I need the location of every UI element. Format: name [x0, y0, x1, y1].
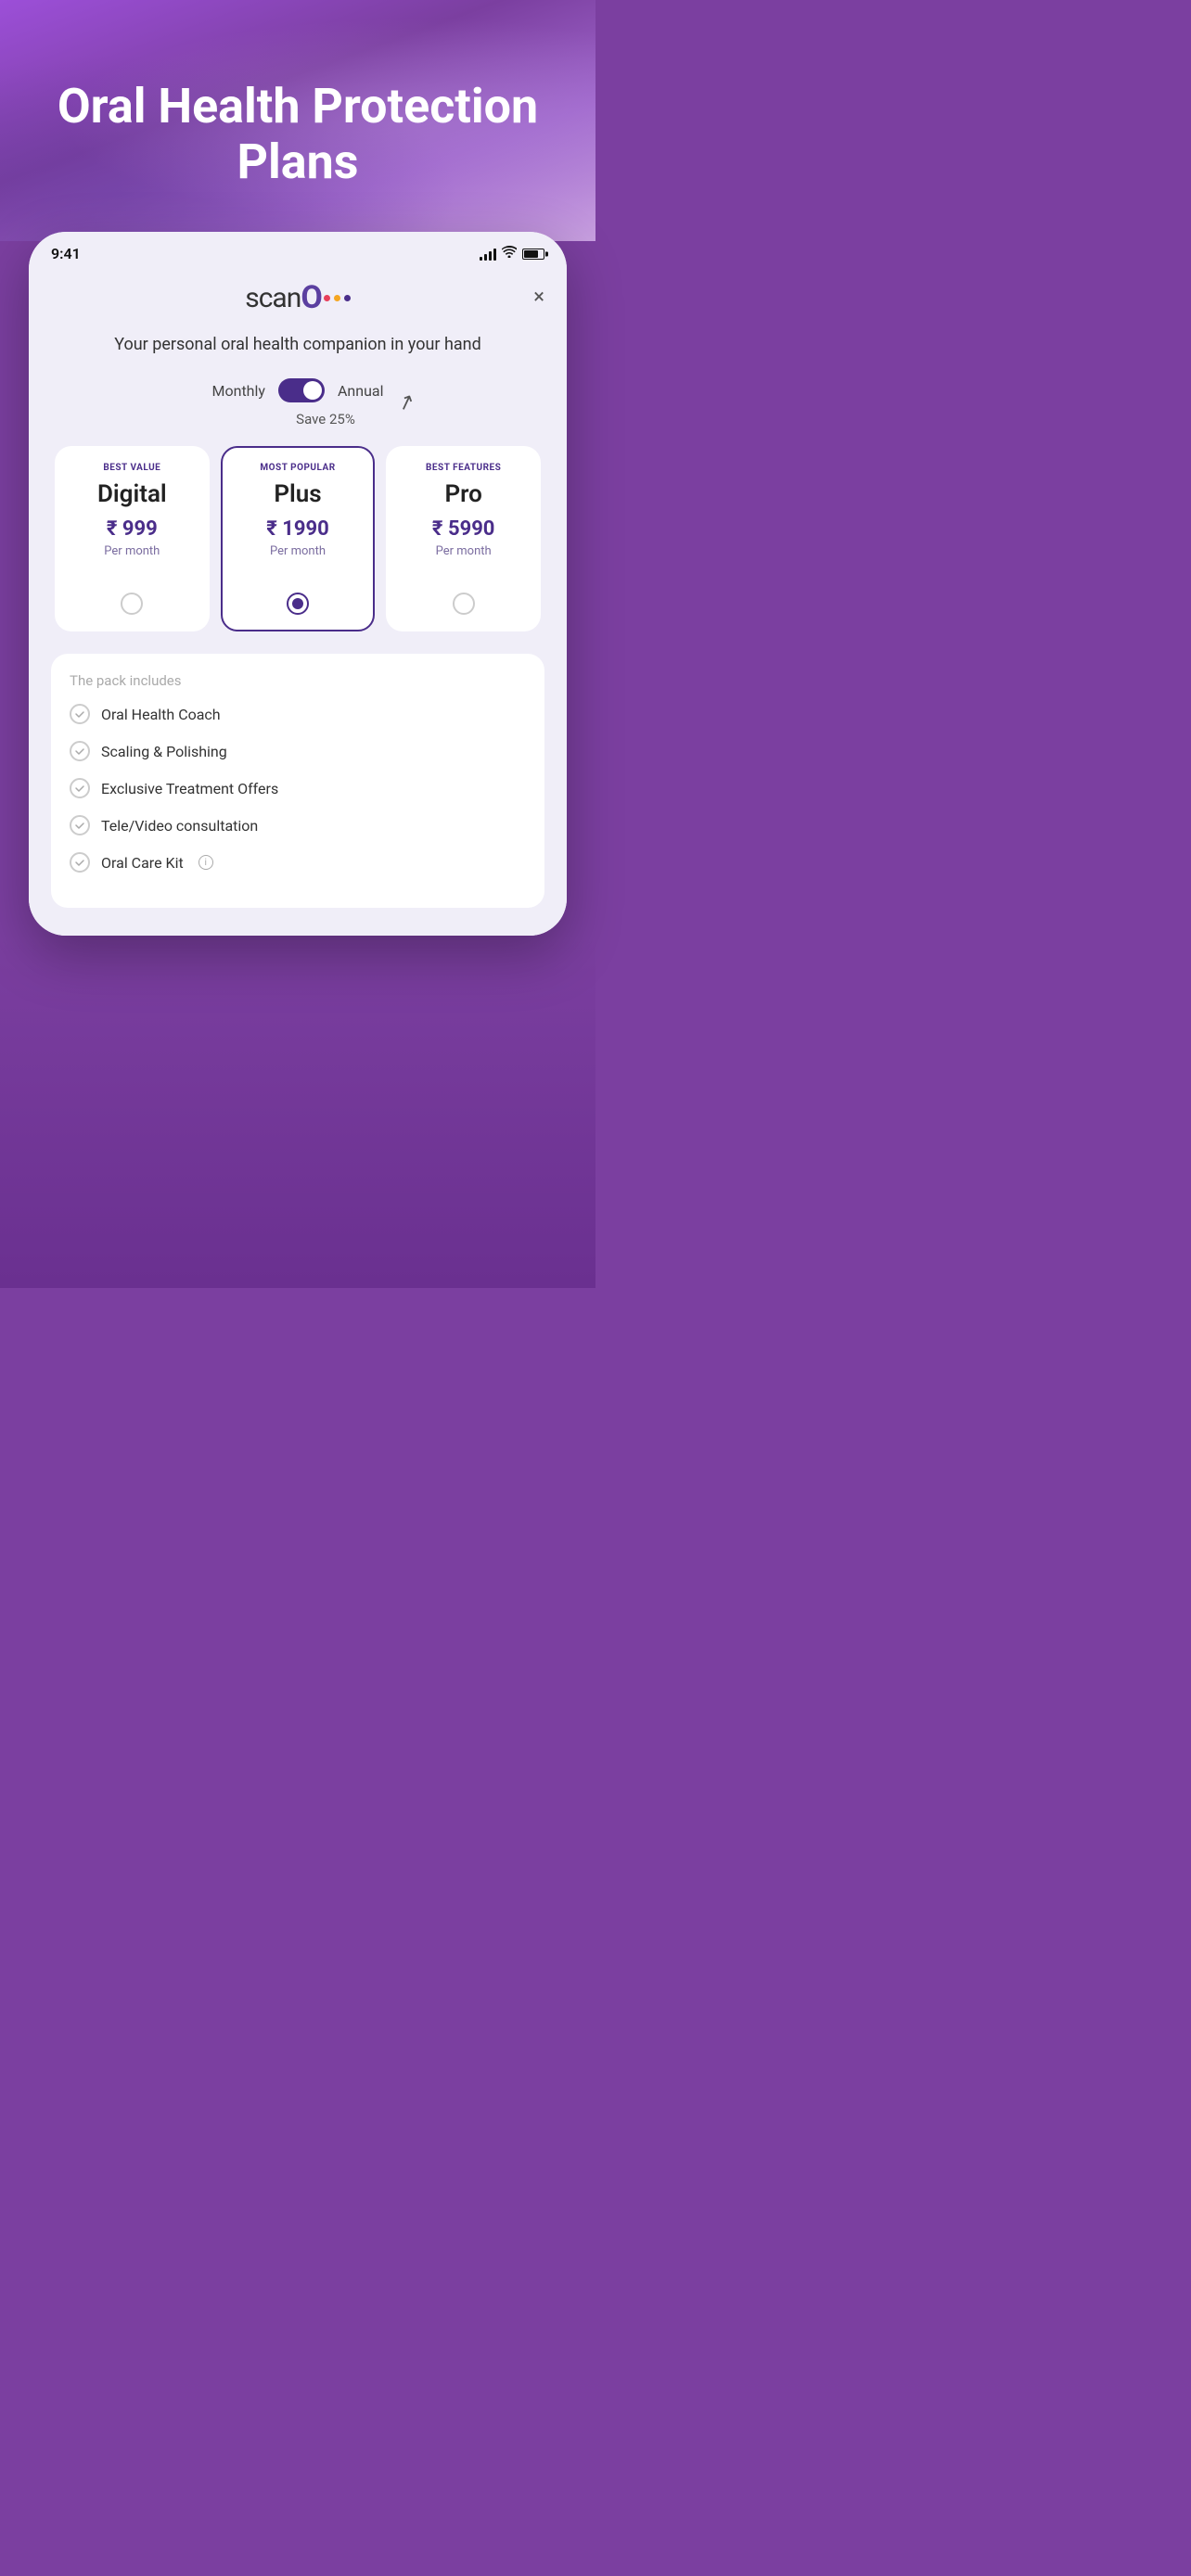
feature-text-4: Oral Care Kit — [101, 854, 184, 872]
phone-modal: 9:41 × scan O — [29, 232, 567, 936]
feature-text-1: Scaling & Polishing — [101, 743, 227, 760]
feature-item-0: Oral Health Coach — [70, 704, 526, 724]
plan-period-digital: Per month — [104, 544, 160, 558]
plan-radio-pro[interactable] — [453, 593, 475, 615]
info-icon-4[interactable]: i — [198, 855, 213, 870]
logo-dot-2 — [334, 295, 340, 301]
feature-item-1: Scaling & Polishing — [70, 741, 526, 761]
status-icons — [480, 246, 544, 261]
status-bar: 9:41 — [29, 232, 567, 270]
plan-card-digital[interactable]: BEST VALUE Digital ₹ 999 Per month — [55, 446, 210, 631]
plan-card-pro[interactable]: BEST FEATURES Pro ₹ 5990 Per month — [386, 446, 541, 631]
features-card: The pack includes Oral Health Coach Scal… — [51, 654, 544, 908]
toggle-thumb — [303, 381, 322, 400]
feature-check-4 — [70, 852, 90, 873]
feature-check-2 — [70, 778, 90, 798]
feature-item-2: Exclusive Treatment Offers — [70, 778, 526, 798]
logo-dot-3 — [344, 295, 351, 301]
signal-icon — [480, 248, 496, 261]
logo-dot-1 — [324, 295, 330, 301]
feature-text-0: Oral Health Coach — [101, 706, 221, 723]
plan-name-digital: Digital — [97, 480, 167, 508]
save-hint-container: ↗ Save 25% — [51, 410, 544, 427]
wifi-icon — [502, 246, 517, 261]
battery-icon — [522, 249, 544, 260]
status-time: 9:41 — [51, 245, 81, 262]
feature-check-1 — [70, 741, 90, 761]
check-icon-1 — [74, 746, 85, 757]
save-hint-text: Save 25% — [296, 411, 355, 427]
plan-name-pro: Pro — [444, 480, 481, 508]
plan-price-pro: ₹ 5990 — [432, 517, 495, 541]
logo-o-text: O — [301, 279, 321, 316]
plan-badge-pro: BEST FEATURES — [426, 463, 501, 473]
plan-card-plus[interactable]: MOST POPULAR Plus ₹ 1990 Per month — [221, 446, 376, 631]
bottom-background — [0, 936, 596, 1288]
logo-dots — [324, 295, 351, 301]
monthly-label: Monthly — [212, 382, 265, 400]
feature-item-4: Oral Care Kit i — [70, 852, 526, 873]
plan-radio-plus[interactable] — [287, 593, 309, 615]
check-icon-4 — [74, 857, 85, 868]
plan-price-plus: ₹ 1990 — [266, 517, 329, 541]
radio-inner-plus — [292, 598, 303, 609]
feature-text-3: Tele/Video consultation — [101, 817, 258, 835]
plan-radio-digital[interactable] — [121, 593, 143, 615]
tagline: Your personal oral health companion in y… — [51, 333, 544, 356]
plan-badge-digital: BEST VALUE — [103, 463, 160, 473]
check-icon-3 — [74, 820, 85, 831]
hero-title: Oral Health Protection Plans — [37, 79, 558, 190]
plans-container: BEST VALUE Digital ₹ 999 Per month MOST … — [51, 446, 544, 631]
close-button[interactable]: × — [533, 286, 544, 309]
feature-text-2: Exclusive Treatment Offers — [101, 780, 278, 797]
billing-toggle-container: Monthly Annual — [51, 378, 544, 402]
billing-toggle[interactable] — [278, 378, 325, 402]
plan-period-pro: Per month — [436, 544, 492, 558]
plan-price-digital: ₹ 999 — [107, 517, 158, 541]
logo-container: scan O — [51, 279, 544, 316]
plan-badge-plus: MOST POPULAR — [260, 463, 335, 473]
check-icon-2 — [74, 783, 85, 794]
logo-scan-text: scan — [245, 282, 301, 314]
feature-check-0 — [70, 704, 90, 724]
hero-section: Oral Health Protection Plans — [0, 0, 596, 241]
annual-label: Annual — [338, 382, 384, 400]
check-icon-0 — [74, 708, 85, 720]
modal-content: × scan O Your personal oral health compa… — [29, 270, 567, 936]
plan-period-plus: Per month — [270, 544, 326, 558]
logo: scan O — [245, 279, 351, 316]
plan-name-plus: Plus — [274, 480, 321, 508]
feature-check-3 — [70, 815, 90, 835]
feature-item-3: Tele/Video consultation — [70, 815, 526, 835]
features-title: The pack includes — [70, 672, 526, 689]
